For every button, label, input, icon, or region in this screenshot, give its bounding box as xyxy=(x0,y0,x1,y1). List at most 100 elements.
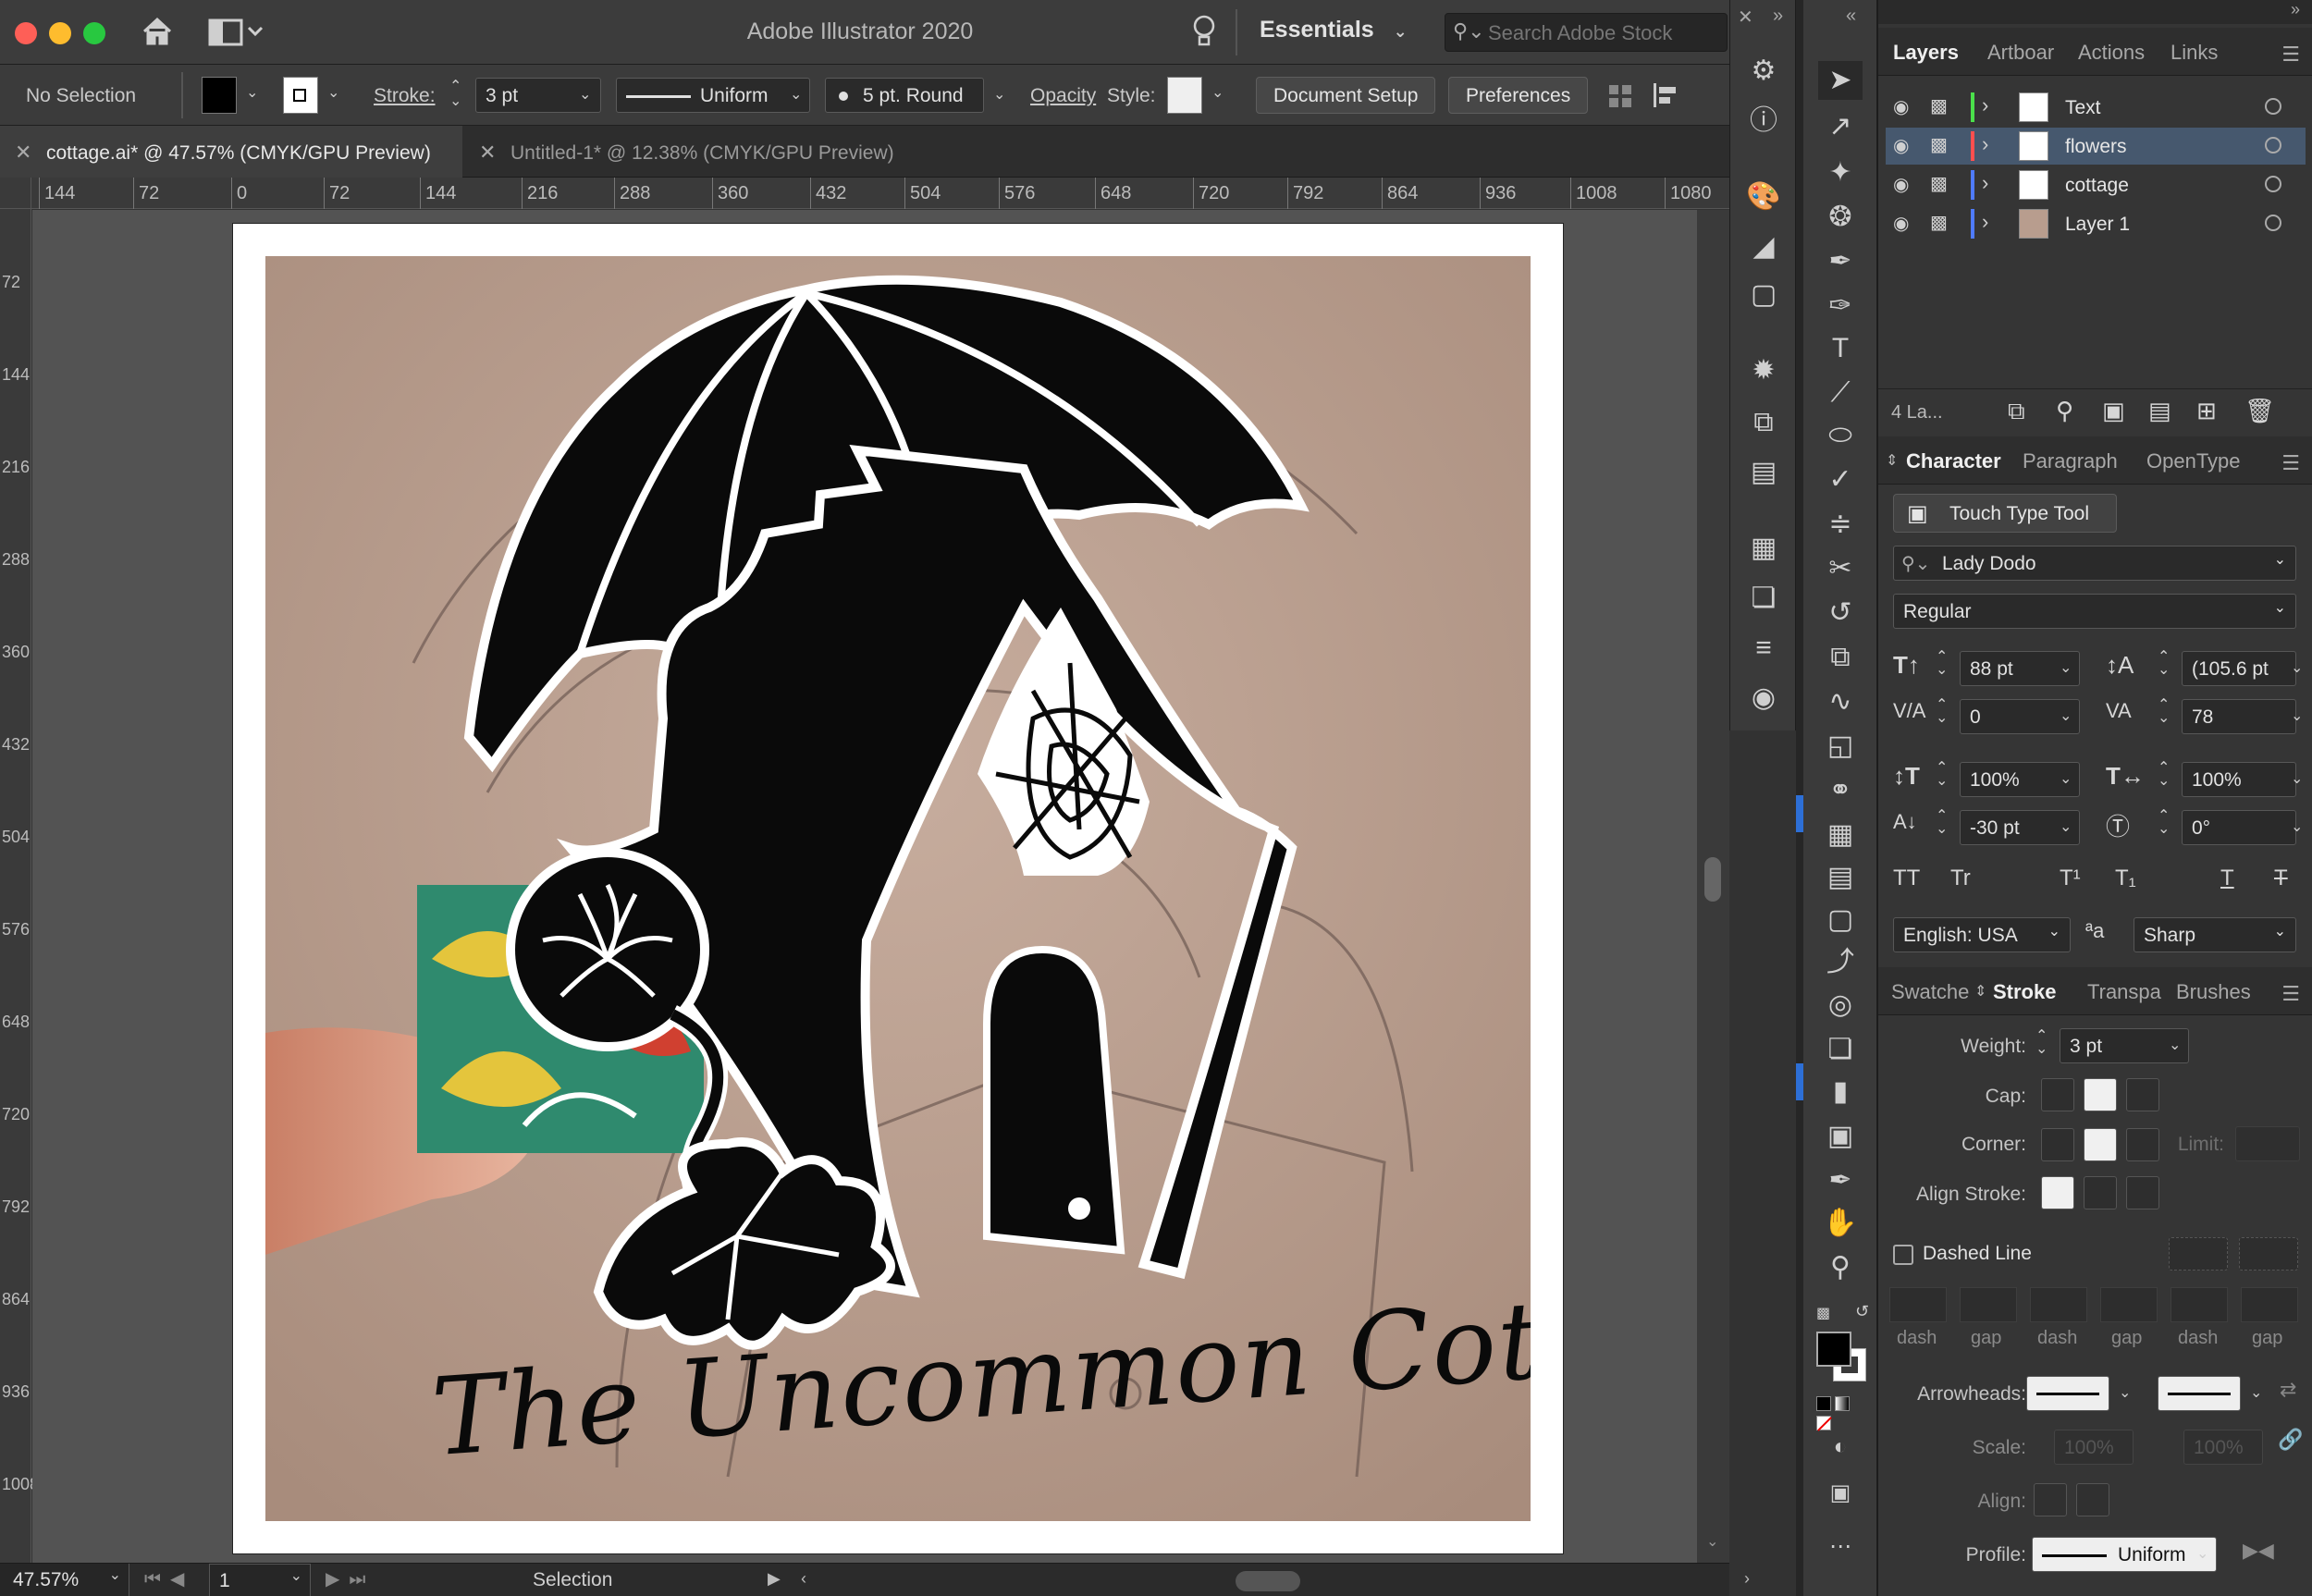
chevron-down-icon[interactable]: ⌄ xyxy=(2169,1036,2181,1054)
dashed-line-checkbox[interactable] xyxy=(1893,1245,1913,1265)
round-join-button[interactable] xyxy=(2084,1128,2117,1161)
brush-field[interactable]: 5 pt. Round xyxy=(825,78,984,113)
shaper-tool-icon[interactable]: ≑ xyxy=(1818,505,1863,544)
default-colors-icon[interactable]: ▩ xyxy=(1816,1304,1830,1322)
stroke-swatch[interactable] xyxy=(283,77,318,114)
strikethrough-icon[interactable]: T xyxy=(2274,866,2288,891)
profile-field[interactable]: Uniform xyxy=(2032,1537,2217,1572)
hand-tool-icon[interactable]: ✋ xyxy=(1818,1204,1863,1243)
arrow-align-extend-button[interactable] xyxy=(2034,1483,2067,1516)
chevron-down-icon[interactable]: ⌄ xyxy=(2291,769,2303,788)
artboard-number-field[interactable]: 1 ⌄ xyxy=(209,1564,311,1596)
magic-wand-icon[interactable]: ✦ xyxy=(1818,153,1863,192)
dash-field-3[interactable] xyxy=(2171,1287,2228,1322)
window-minimize-button[interactable] xyxy=(49,22,71,44)
visibility-eye-icon[interactable]: ◉ xyxy=(1893,173,1909,196)
stepper-arrows-icon[interactable]: ⌃ ⌄ xyxy=(1936,650,1948,678)
lock-icon[interactable]: ▩ xyxy=(1930,172,1948,195)
dash-field-2[interactable] xyxy=(2030,1287,2087,1322)
antialias-field[interactable]: Sharp ⌄ xyxy=(2134,917,2296,952)
rotation-field[interactable]: 0° xyxy=(2182,810,2296,845)
miter-join-button[interactable] xyxy=(2041,1128,2074,1161)
layer-target-icon[interactable] xyxy=(2265,98,2281,115)
language-field[interactable]: English: USA ⌄ xyxy=(1893,917,2071,952)
stepper-arrows-icon[interactable]: ⌃ ⌄ xyxy=(2158,809,2170,837)
layer-target-icon[interactable] xyxy=(2265,137,2281,153)
mesh-tool-icon[interactable]: ▤ xyxy=(1818,858,1863,897)
stock-search-input[interactable] xyxy=(1488,19,1719,47)
align-inside-button[interactable] xyxy=(2084,1176,2117,1209)
blend-tool-icon[interactable]: ◎ xyxy=(1818,986,1863,1025)
horizontal-ruler[interactable]: 144 72 0 72 144 216 288 360 432 504 576 … xyxy=(31,178,1729,209)
chevron-down-icon[interactable]: ⌄ xyxy=(790,85,802,104)
graph-tool-icon[interactable]: ▮ xyxy=(1818,1073,1863,1111)
shape-builder-icon[interactable]: ⚭ xyxy=(1818,771,1863,810)
graphic-style-swatch[interactable] xyxy=(1167,77,1202,114)
zoom-field[interactable]: 47.57% ⌄ xyxy=(0,1564,129,1596)
tab-links[interactable]: Links xyxy=(2171,41,2218,65)
underline-icon[interactable]: T xyxy=(2220,866,2234,891)
layer-row-cottage[interactable]: ◉ ▩ › cottage xyxy=(1886,166,2306,203)
collapse-icon[interactable]: » xyxy=(2291,0,2300,19)
chevron-down-icon[interactable]: ⌄ xyxy=(2291,658,2303,677)
eyedropper-icon[interactable]: ⤴ xyxy=(1818,943,1863,982)
subscript-icon[interactable]: T₁ xyxy=(2115,866,2136,891)
align-center-button[interactable] xyxy=(2041,1176,2074,1209)
expand-chevron-icon[interactable]: › xyxy=(1982,210,1988,234)
color-guide-icon[interactable]: ◢ xyxy=(1741,227,1786,266)
gradient-tool-icon[interactable]: ▢ xyxy=(1818,901,1863,939)
draw-mode-icon[interactable]: ◐ xyxy=(1818,1428,1863,1467)
layer-row-flowers[interactable]: ◉ ▩ › flowers xyxy=(1886,128,2306,165)
preferences-button[interactable]: Preferences xyxy=(1448,77,1589,114)
tab-paragraph[interactable]: Paragraph xyxy=(2023,449,2118,473)
zoom-tool-icon[interactable]: ⚲ xyxy=(1818,1248,1863,1287)
chevron-down-icon[interactable]: ⌄ xyxy=(1706,1532,1718,1551)
appearance-icon[interactable]: ◉ xyxy=(1741,679,1786,718)
swap-colors-icon[interactable]: ↺ xyxy=(1855,1302,1869,1321)
tracking-field[interactable]: 78 xyxy=(2182,699,2296,734)
ellipse-tool-icon[interactable]: ⬭ xyxy=(1818,416,1863,455)
pathfinder-icon[interactable]: ❏ xyxy=(1741,579,1786,618)
vertical-ruler[interactable]: 72 144 216 288 360 432 504 576 648 720 7… xyxy=(0,209,39,1563)
ruler-origin[interactable] xyxy=(0,178,31,209)
free-transform-icon[interactable]: ◱ xyxy=(1818,727,1863,766)
slice-tool-icon[interactable]: ✒ xyxy=(1818,1161,1863,1200)
align-icon[interactable]: ≡ xyxy=(1741,629,1786,668)
align-grid-icon[interactable] xyxy=(1607,83,1633,114)
trash-icon[interactable]: 🗑 xyxy=(2244,397,2275,425)
tab-stroke[interactable]: Stroke xyxy=(1993,980,2056,1004)
stepper-arrows-icon[interactable]: ⌃ ⌄ xyxy=(2158,761,2170,789)
gear-icon[interactable]: ⚙ xyxy=(1741,52,1786,91)
scroll-left-icon[interactable]: ‹ xyxy=(801,1569,806,1589)
butt-cap-button[interactable] xyxy=(2041,1078,2074,1111)
font-family-field[interactable]: ⚲⌄ Lady Dodo ⌄ xyxy=(1893,546,2296,581)
pen-tool-icon[interactable]: ✒ xyxy=(1818,242,1863,281)
gap-field-1[interactable] xyxy=(1960,1287,2017,1322)
touch-type-tool-button[interactable]: ▣ Touch Type Tool xyxy=(1893,494,2117,533)
chevron-down-icon[interactable]: ⌄ xyxy=(2250,1383,2262,1402)
fill-color-box[interactable] xyxy=(1816,1332,1851,1367)
horizontal-scale-field[interactable]: 100% xyxy=(2182,762,2296,797)
tab-character[interactable]: Character xyxy=(1906,449,2001,473)
horizontal-scrollbar-thumb[interactable] xyxy=(1236,1571,1300,1591)
visibility-eye-icon[interactable]: ◉ xyxy=(1893,95,1909,118)
sketch-photo[interactable]: The Uncommon Cottage xyxy=(265,256,1531,1521)
tab-cottage[interactable]: ✕ cottage.ai* @ 47.57% (CMYK/GPU Preview… xyxy=(0,126,462,178)
distribute-icon[interactable] xyxy=(1652,81,1685,114)
start-arrowhead-field[interactable] xyxy=(2026,1376,2109,1411)
clipping-mask-icon[interactable]: ▣ xyxy=(2102,397,2125,425)
end-arrowhead-field[interactable] xyxy=(2158,1376,2241,1411)
symbol-sprayer-icon[interactable]: ❏ xyxy=(1818,1030,1863,1069)
vertical-scrollbar[interactable]: ⌄ xyxy=(1697,210,1729,1563)
cottage-artwork[interactable]: The Uncommon Cottage xyxy=(265,256,1531,1521)
screen-mode-icon[interactable]: ▣ xyxy=(1818,1474,1863,1513)
scale-tool-icon[interactable]: ⧉ xyxy=(1818,638,1863,677)
stepper-arrows-icon[interactable]: ⌃ ⌄ xyxy=(1936,698,1948,726)
tab-untitled[interactable]: ✕ Untitled-1* @ 12.38% (CMYK/GPU Preview… xyxy=(464,126,936,178)
export-icon[interactable]: ⧉ xyxy=(1741,403,1786,442)
tab-swatches[interactable]: Swatche xyxy=(1891,980,1969,1004)
artboard[interactable]: The Uncommon Cottage xyxy=(232,223,1564,1554)
all-caps-icon[interactable]: TT xyxy=(1893,866,1920,891)
gradient-icon[interactable]: ▢ xyxy=(1741,276,1786,314)
chevron-down-icon[interactable]: ⌄ xyxy=(2291,817,2303,836)
